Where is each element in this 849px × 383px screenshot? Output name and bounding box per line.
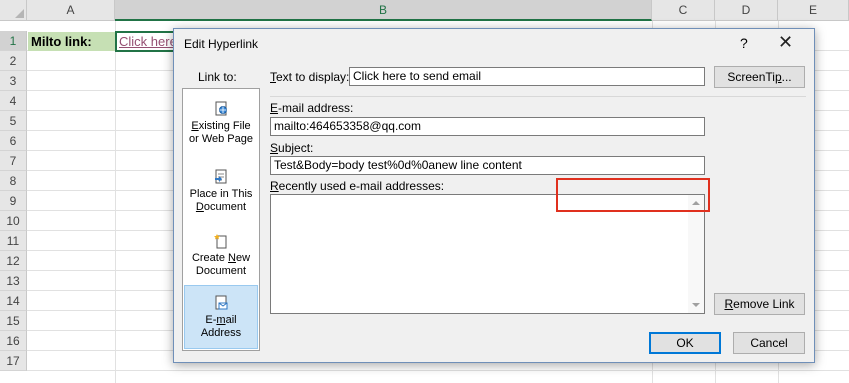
row-header-16[interactable]: 16 (0, 331, 27, 351)
column-header-d[interactable]: D (715, 0, 778, 21)
row-header-8[interactable]: 8 (0, 171, 27, 191)
link-to-panel: Existing File or Web Page Place in This … (182, 88, 260, 351)
separator (270, 96, 806, 97)
text-to-display-label: Text to display: (270, 70, 350, 84)
recent-addresses-scrollbar[interactable] (688, 195, 704, 313)
row-header-4[interactable]: 4 (0, 91, 27, 111)
row-header-2[interactable]: 2 (0, 51, 27, 71)
row-header-15[interactable]: 15 (0, 311, 27, 331)
cancel-button[interactable]: Cancel (733, 332, 805, 354)
row-header-12[interactable]: 12 (0, 251, 27, 271)
place-in-document-line2: Document (195, 201, 247, 213)
link-to-create-new-document[interactable]: Create New Document (184, 233, 258, 278)
screentip-button[interactable]: ScreenTip... (714, 66, 805, 88)
subject-label: Subject: (270, 141, 314, 155)
cell-b1-text[interactable]: Click here (119, 34, 177, 49)
email-address-icon (215, 295, 228, 310)
create-new-document-line1: Create New (191, 252, 251, 264)
email-address-label: E-mail address: (270, 101, 354, 115)
subject-highlight-box (556, 178, 710, 212)
row-header-14[interactable]: 14 (0, 291, 27, 311)
select-all-corner[interactable] (0, 0, 27, 21)
column-header-c[interactable]: C (652, 0, 715, 21)
edit-hyperlink-dialog: Edit Hyperlink ? ✕ Link to: Existing Fil… (173, 28, 815, 363)
close-icon[interactable]: ✕ (778, 32, 793, 53)
select-all-triangle-icon (15, 9, 24, 18)
gridline (115, 21, 116, 383)
web-page-file-icon (215, 101, 227, 116)
ok-button[interactable]: OK (649, 332, 721, 354)
column-header-a[interactable]: A (27, 0, 115, 21)
row-header-6[interactable]: 6 (0, 131, 27, 151)
recent-addresses-list[interactable] (270, 194, 705, 314)
document-place-icon (215, 169, 227, 184)
dialog-title: Edit Hyperlink (184, 37, 259, 51)
place-in-document-line1: Place in This (189, 188, 253, 200)
subject-input[interactable]: Test&Body=body test%0d%0anew line conten… (270, 156, 705, 175)
row-header-3[interactable]: 3 (0, 71, 27, 91)
row-header-1[interactable]: 1 (0, 31, 27, 51)
remove-link-button[interactable]: Remove Link (714, 293, 805, 315)
row-header-5[interactable]: 5 (0, 111, 27, 131)
row-header-17[interactable]: 17 (0, 351, 27, 371)
text-to-display-input[interactable]: Click here to send email (349, 67, 705, 86)
row-header-13[interactable]: 13 (0, 271, 27, 291)
column-header-b[interactable]: B (115, 0, 652, 21)
existing-file-line2: or Web Page (188, 133, 253, 145)
new-document-icon (214, 234, 227, 249)
row-header-10[interactable]: 10 (0, 211, 27, 231)
email-address-input[interactable]: mailto:464653358@qq.com (270, 117, 705, 136)
scroll-down-icon[interactable] (692, 303, 700, 307)
column-header-e[interactable]: E (778, 0, 849, 21)
row-header-11[interactable]: 11 (0, 231, 27, 251)
link-to-place-in-document[interactable]: Place in This Document (184, 169, 258, 214)
link-to-label: Link to: (198, 70, 237, 84)
link-to-email-address[interactable]: E-mail Address (184, 285, 258, 349)
existing-file-line1: Existing File (191, 120, 251, 132)
row-header-7[interactable]: 7 (0, 151, 27, 171)
row-header-9[interactable]: 9 (0, 191, 27, 211)
create-new-document-line2: Document (195, 265, 247, 277)
email-address-line2: Address (200, 327, 242, 339)
gridline (27, 370, 849, 371)
link-to-existing-file[interactable]: Existing File or Web Page (184, 101, 258, 146)
cell-a1[interactable]: Milto link: (28, 32, 115, 51)
help-icon[interactable]: ? (740, 35, 748, 51)
email-address-line1: E-mail (205, 314, 237, 326)
recent-addresses-label: Recently used e-mail addresses: (270, 179, 445, 193)
